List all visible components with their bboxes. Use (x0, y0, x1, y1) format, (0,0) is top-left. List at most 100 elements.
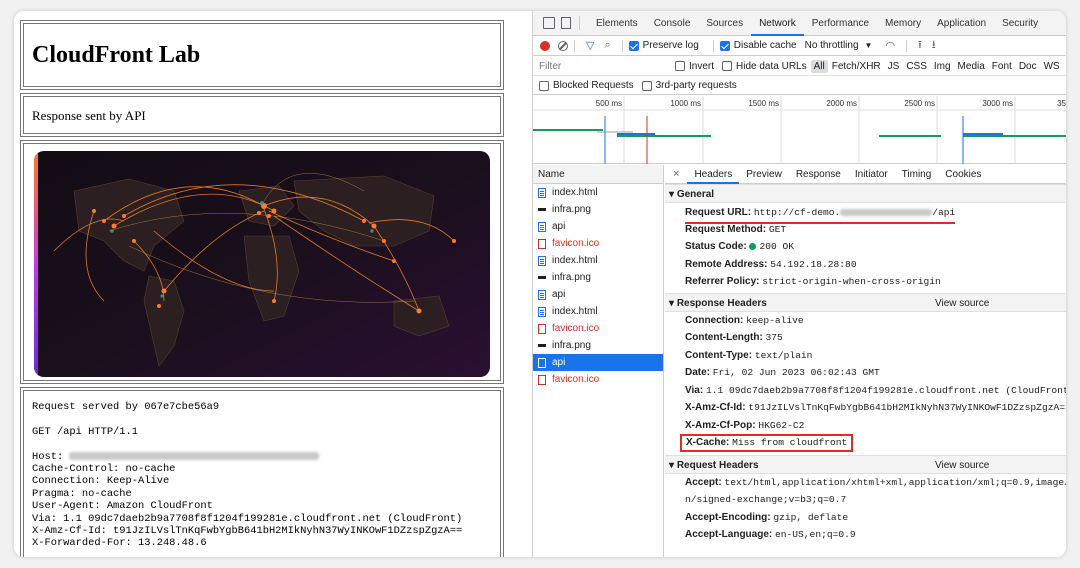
close-icon[interactable]: × (673, 168, 679, 180)
view-source-link[interactable]: View source (935, 294, 989, 313)
response-header-row: Content-Length: 375 (665, 329, 1066, 347)
blocked-requests-checkbox[interactable]: Blocked Requests (539, 80, 634, 91)
tab-console[interactable]: Console (646, 11, 699, 36)
redacted-host (69, 451, 320, 460)
filter-type-doc[interactable]: Doc (1016, 60, 1040, 73)
throttling-select[interactable]: No throttling ▼ (805, 40, 873, 51)
inspect-element-icon[interactable] (543, 17, 555, 29)
remote-address-key: Remote Address: (685, 258, 768, 270)
response-headers-list: Connection: keep-alive Content-Length: 37… (665, 312, 1066, 435)
referrer-policy-row: Referrer Policy: strict-origin-when-cros… (665, 273, 1066, 291)
request-row[interactable]: favicon.ico (533, 235, 663, 252)
request-name: api (552, 221, 566, 232)
checkbox-icon[interactable] (539, 80, 549, 91)
header-line: Pragma: no-cache (32, 487, 132, 500)
request-row[interactable]: favicon.ico (533, 320, 663, 337)
tab-headers[interactable]: Headers (687, 165, 740, 184)
tab-timing[interactable]: Timing (895, 165, 939, 184)
redacted-domain (840, 208, 933, 216)
request-url-row: Request URL: http://cf-demo. /api (665, 203, 1066, 224)
filter-type-ws[interactable]: WS (1041, 60, 1063, 73)
tab-response[interactable]: Response (789, 165, 848, 184)
clear-icon[interactable] (558, 40, 568, 51)
tab-preview[interactable]: Preview (739, 165, 789, 184)
filter-type-fetch-xhr[interactable]: Fetch/XHR (829, 60, 884, 73)
request-row[interactable]: api (533, 286, 663, 303)
request-row[interactable]: index.html (533, 184, 663, 201)
request-url-prefix: http://cf-demo. (753, 207, 841, 218)
name-column-header[interactable]: Name (533, 165, 663, 184)
accept-encoding-value: gzip, deflate (773, 511, 849, 523)
disable-cache-checkbox[interactable]: Disable cache (719, 40, 797, 51)
tab-elements[interactable]: Elements (588, 11, 646, 36)
request-method-key: Request Method: (685, 223, 767, 235)
checkbox-icon[interactable] (722, 61, 733, 71)
filter-type-all[interactable]: All (810, 59, 828, 73)
checkbox-checked-icon[interactable] (628, 40, 639, 51)
request-row[interactable]: infra.png (533, 269, 663, 286)
export-har-icon[interactable]: ⭳ (932, 36, 936, 55)
request-name: api (552, 357, 566, 368)
record-icon[interactable] (540, 40, 550, 51)
request-row[interactable]: infra.png (533, 337, 663, 354)
filter-type-js[interactable]: JS (885, 60, 903, 73)
header-key: X-Amz-Cf-Pop: (685, 419, 756, 431)
filter-type-media[interactable]: Media (955, 60, 988, 73)
tab-initiator[interactable]: Initiator (848, 165, 895, 184)
tab-performance[interactable]: Performance (804, 11, 877, 36)
invert-label: Invert (689, 60, 715, 72)
referrer-policy-key: Referrer Policy: (685, 276, 760, 287)
checkbox-icon[interactable] (675, 61, 685, 71)
document-file-icon (538, 374, 546, 385)
timeline-tick: 2500 ms (904, 99, 935, 108)
device-toolbar-icon[interactable] (561, 17, 571, 29)
request-row[interactable]: favicon.ico (533, 371, 663, 388)
tab-memory[interactable]: Memory (877, 11, 929, 36)
request-row[interactable]: infra.png (533, 201, 663, 218)
timeline-tick: 2000 ms (826, 99, 857, 108)
request-name: infra.png (552, 204, 591, 215)
devtools-panel: Elements Console Sources Network Perform… (533, 11, 1066, 557)
request-row[interactable]: index.html (533, 252, 663, 269)
request-row[interactable]: index.html (533, 303, 663, 320)
tab-network[interactable]: Network (751, 11, 804, 36)
header-key: Via: (685, 384, 704, 396)
import-har-icon[interactable]: ⭱ (918, 36, 922, 55)
checkbox-icon[interactable] (641, 80, 652, 91)
hide-data-urls-checkbox[interactable]: Hide data URLs (722, 61, 807, 72)
rendered-page: CloudFront Lab Response sent by API Requ… (14, 11, 532, 557)
filter-input[interactable] (537, 58, 675, 74)
general-section-header[interactable]: ▾ General (665, 184, 1066, 203)
wifi-settings-icon[interactable]: ◠ (885, 39, 895, 52)
divider (574, 39, 575, 52)
tab-cookies[interactable]: Cookies (938, 165, 988, 184)
request-name: index.html (552, 255, 598, 266)
checkbox-checked-icon[interactable] (719, 40, 730, 51)
tab-application[interactable]: Application (929, 11, 994, 36)
preserve-log-checkbox[interactable]: Preserve log (628, 40, 699, 51)
accept-language-key: Accept-Language: (685, 529, 773, 540)
request-headers-section-header[interactable]: ▾ Request Headers View source (665, 454, 1066, 475)
tab-security[interactable]: Security (994, 11, 1046, 36)
filter-icon[interactable]: ▽ (586, 39, 594, 52)
header-value: t91JzILVslTnKqFwbYgbB641bH2MIkNyhN37WyIN… (748, 402, 1066, 413)
filter-type-img[interactable]: Img (931, 60, 954, 73)
search-icon[interactable]: ⌕ (604, 39, 610, 52)
view-source-link[interactable]: View source (935, 456, 989, 475)
request-row[interactable]: api (533, 354, 663, 371)
filter-type-css[interactable]: CSS (903, 60, 930, 73)
request-row[interactable]: api (533, 218, 663, 235)
header-key: X-Amz-Cf-Id: (685, 402, 746, 413)
image-cell (20, 140, 504, 384)
detail-tabs: × Headers Preview Response Initiator Tim… (665, 165, 1066, 184)
invert-checkbox[interactable]: Invert (675, 61, 714, 72)
response-headers-section-header[interactable]: ▾ Response Headers View source (665, 292, 1066, 313)
request-url-suffix: /api (932, 207, 956, 218)
image-file-icon (538, 208, 546, 211)
request-list: index.html infra.png api favicon.ico index.h… (533, 184, 663, 388)
header-line: User-Agent: Amazon CloudFront (32, 500, 213, 513)
network-overview-timeline[interactable]: 500 ms 1000 ms 1500 ms 2000 ms 2500 ms 3… (533, 96, 1066, 164)
filter-type-font[interactable]: Font (989, 60, 1015, 73)
third-party-checkbox[interactable]: 3rd-party requests (641, 80, 737, 91)
tab-sources[interactable]: Sources (698, 11, 751, 36)
